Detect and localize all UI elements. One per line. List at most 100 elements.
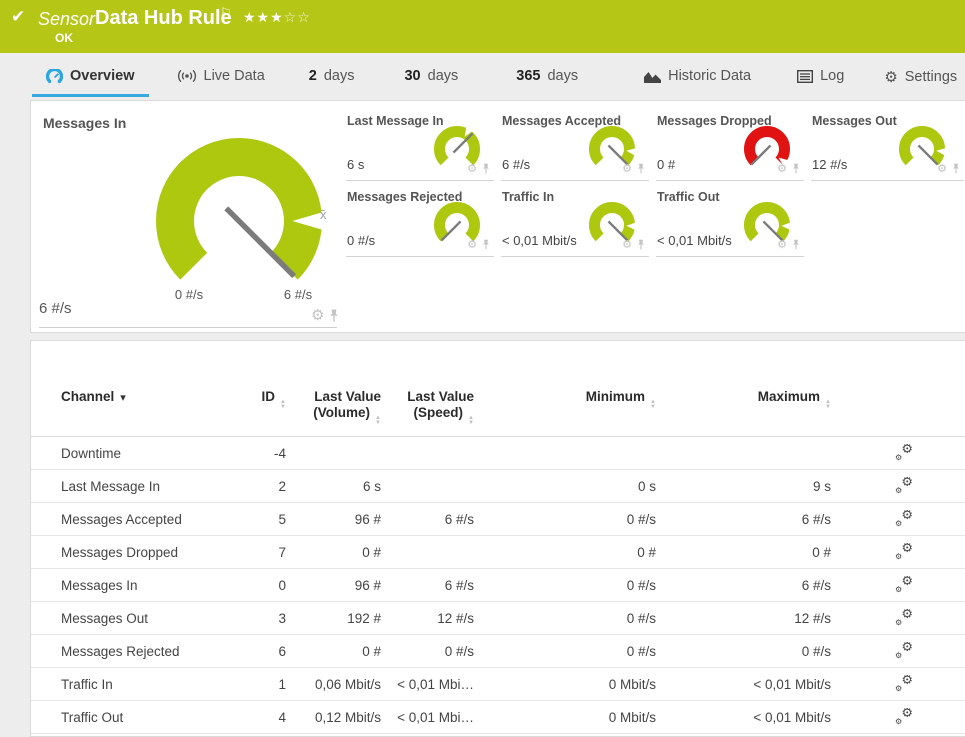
gauge-gear-icon[interactable] [777, 235, 787, 253]
sort-icon [825, 400, 831, 410]
channel-name-link[interactable]: Downtime [31, 446, 246, 461]
channel-settings-icon[interactable] [895, 675, 913, 691]
gauge-current-value: < 0,01 Mbit/s [502, 233, 577, 248]
channel-settings-icon[interactable] [895, 510, 913, 526]
gauge-gear-icon[interactable] [467, 235, 477, 253]
channel-settings-icon[interactable] [895, 642, 913, 658]
maximum-value: 6 #/s [801, 577, 831, 593]
stars-empty[interactable]: ☆☆ [284, 9, 311, 25]
column-label: ID [261, 389, 276, 404]
channel-settings-icon[interactable] [895, 576, 913, 592]
gauge-title: Traffic Out [657, 190, 720, 204]
last-value-volume: 0 # [362, 643, 381, 659]
primary-channel-gauge-card: Messages In x̄ 0 #/s 6 #/s 6 #/s [31, 101, 346, 334]
table-row: Messages Dropped 7 0 # 0 # 0 # [31, 536, 965, 569]
status-ok-check-icon [11, 7, 25, 27]
minimum-value: 0 #/s [626, 610, 656, 626]
column-header-actions [836, 389, 965, 436]
last-value-speed: < 0,01 Mbi… [397, 709, 474, 725]
sensor-status-text: OK [55, 31, 73, 45]
column-header-id[interactable]: ID [246, 389, 291, 436]
channel-table-header: Channel ID Last Value(Volume) Last Value… [31, 341, 965, 437]
channel-name-link[interactable]: Traffic In [31, 677, 246, 692]
tab-overview[interactable]: Overview [32, 62, 149, 97]
tab-log[interactable]: Log [783, 62, 858, 94]
mini-gauge-card: Traffic Out < 0,01 Mbit/s [656, 187, 806, 257]
stars-filled[interactable]: ★★★ [243, 9, 284, 25]
priority-stars[interactable]: ★★★☆☆ [243, 9, 311, 26]
channel-settings-icon[interactable] [895, 444, 913, 460]
column-label: Maximum [757, 389, 821, 404]
channel-name-link[interactable]: Messages Rejected [31, 644, 246, 659]
last-value-speed: < 0,01 Mbi… [397, 676, 474, 692]
gauge-arc [589, 126, 635, 166]
gauge-gear-icon[interactable] [622, 159, 632, 177]
channel-settings-icon[interactable] [895, 543, 913, 559]
channel-settings-icon[interactable] [895, 609, 913, 625]
channel-id: 1 [278, 676, 286, 692]
tab-2-days[interactable]: 2 days [295, 62, 369, 94]
tab-historic-data[interactable]: Historic Data [630, 62, 765, 94]
tab-365-days[interactable]: 365 days [502, 62, 592, 94]
maximum-value: < 0,01 Mbit/s [753, 676, 831, 692]
gauge-pin-icon[interactable] [329, 309, 339, 322]
gauge-title: Last Message In [347, 114, 444, 128]
tab-live-data[interactable]: Live Data [163, 62, 279, 94]
column-label: Last Value [407, 389, 474, 404]
gauge-pin-icon[interactable] [482, 163, 490, 174]
gauge-arc [589, 202, 635, 242]
channel-name-link[interactable]: Messages In [31, 578, 246, 593]
gauges-panel: Messages In x̄ 0 #/s 6 #/s 6 #/s Last Me… [30, 100, 965, 333]
tab-label-bold: 30 [404, 68, 421, 84]
last-value-volume: 96 # [354, 577, 381, 593]
gauge-title: Traffic In [502, 190, 555, 204]
channel-name-link[interactable]: Traffic Out [31, 710, 246, 725]
object-type-label: Sensor [38, 9, 96, 29]
tab-label: days [323, 68, 355, 84]
table-row: Messages In 0 96 # 6 #/s 0 #/s 6 #/s [31, 569, 965, 602]
gauge-current-value: < 0,01 Mbit/s [657, 233, 732, 248]
table-row: Traffic In 1 0,06 Mbit/s < 0,01 Mbi… 0 M… [31, 668, 965, 701]
table-row: Downtime -4 [31, 437, 965, 470]
channel-id: 6 [278, 643, 286, 659]
column-label: Last Value [314, 389, 381, 404]
mini-gauge-card: Messages Rejected 0 #/s [346, 187, 496, 257]
channel-id: -4 [273, 445, 286, 461]
channel-name-link[interactable]: Last Message In [31, 479, 246, 494]
sort-desc-icon [120, 389, 126, 406]
minimum-value: 0 Mbit/s [608, 709, 656, 725]
last-value-volume: 0,12 Mbit/s [314, 709, 381, 725]
gauge-gear-icon[interactable] [937, 159, 947, 177]
column-header-channel[interactable]: Channel [31, 389, 246, 436]
gauge-pin-icon[interactable] [482, 239, 490, 250]
column-header-maximum[interactable]: Maximum [661, 389, 836, 436]
tab-30-days[interactable]: 30 days [390, 62, 472, 94]
gauge-pin-icon[interactable] [792, 163, 800, 174]
gauge-gear-icon[interactable] [777, 159, 787, 177]
channel-name-link[interactable]: Messages Accepted [31, 512, 246, 527]
gauge-current-value: 6 #/s [502, 157, 531, 172]
live-data-broadcast-icon [177, 69, 197, 83]
gauge-pin-icon[interactable] [792, 239, 800, 250]
channel-settings-icon[interactable] [895, 477, 913, 493]
gauge-pin-icon[interactable] [637, 163, 645, 174]
column-header-last-value-volume[interactable]: Last Value (Volume) [291, 389, 386, 436]
gauge-gear-icon[interactable] [622, 235, 632, 253]
gauge-pin-icon[interactable] [952, 163, 960, 174]
channel-settings-icon[interactable] [895, 708, 913, 724]
sort-icon [650, 400, 656, 410]
gauge-current-value: 6 s [347, 157, 365, 172]
column-header-minimum[interactable]: Minimum [479, 389, 661, 436]
gauge-arc [156, 138, 322, 280]
channel-name-link[interactable]: Messages Dropped [31, 545, 246, 560]
tab-settings[interactable]: Settings [870, 62, 965, 96]
primary-gauge[interactable] [153, 135, 325, 307]
gauge-pin-icon[interactable] [637, 239, 645, 250]
tab-label: Live Data [203, 68, 265, 84]
gauge-gear-icon[interactable] [311, 306, 324, 325]
column-header-last-value-speed[interactable]: Last Value (Speed) [386, 389, 479, 436]
gauge-current-value: 0 # [657, 157, 676, 172]
last-value-volume: 96 # [354, 511, 381, 527]
channel-name-link[interactable]: Messages Out [31, 611, 246, 626]
gauge-gear-icon[interactable] [467, 159, 477, 177]
